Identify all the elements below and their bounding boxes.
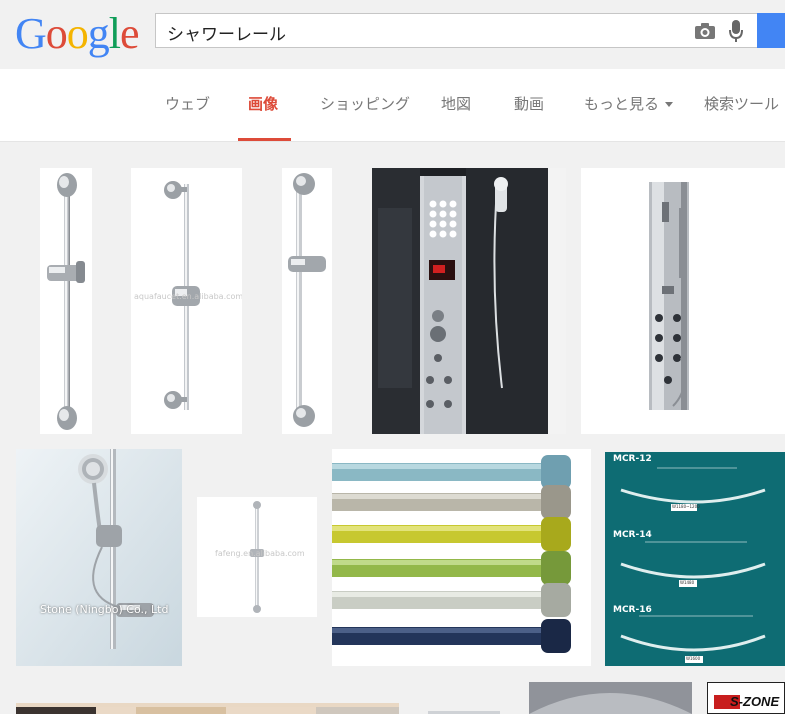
image-result[interactable] — [282, 168, 332, 434]
nav-tabs: ウェブ 画像 ショッピング 地図 動画 もっと見る 検索ツール — [0, 69, 785, 142]
model-label: MCR-12 — [613, 454, 652, 464]
search-box[interactable]: シャワーレール — [155, 13, 765, 48]
image-result[interactable] — [332, 449, 591, 666]
search-input[interactable]: シャワーレール — [167, 20, 286, 45]
image-result[interactable] — [581, 168, 785, 434]
logo-letter: o — [45, 9, 68, 58]
active-tab-indicator — [238, 138, 291, 141]
brand-text: S-ZONE — [730, 694, 780, 709]
image-result[interactable] — [16, 703, 399, 714]
logo-letter: G — [15, 9, 47, 58]
image-result[interactable]: Stone (Ningbo) Co., Ltd — [16, 449, 182, 666]
image-result[interactable] — [529, 682, 692, 714]
tab-more[interactable]: もっと見る — [584, 93, 674, 114]
tab-images[interactable]: 画像 — [248, 93, 278, 114]
top-bar: Google シャワーレール — [0, 0, 785, 69]
logo-letter: o — [66, 9, 89, 58]
logo-letter: g — [87, 9, 110, 58]
tab-web[interactable]: ウェブ — [165, 93, 210, 114]
image-result[interactable]: aquafaucet.en.alibaba.com — [131, 168, 242, 434]
image-result[interactable]: fafeng.en.alibaba.com — [197, 497, 317, 617]
size-label: W1480 — [680, 580, 695, 585]
model-label: MCR-14 — [613, 530, 652, 540]
image-result[interactable]: MCR-12 MCR-14 MCR-16 W1180~1200 W1480 W1… — [605, 452, 785, 666]
search-button[interactable] — [757, 13, 785, 48]
logo-letter: e — [120, 9, 140, 58]
image-result[interactable] — [40, 168, 92, 434]
chevron-down-icon — [665, 102, 674, 107]
size-label: W1600 — [686, 656, 701, 661]
watermark-text: aquafaucet.en.alibaba.com — [134, 292, 242, 301]
watermark-text: fafeng.en.alibaba.com — [215, 549, 305, 558]
tab-videos[interactable]: 動画 — [514, 93, 544, 114]
size-label: W1180~1200 — [672, 504, 700, 509]
model-label: MCR-16 — [613, 605, 652, 615]
camera-icon[interactable] — [694, 22, 716, 44]
image-result[interactable] — [372, 168, 566, 434]
logo-letter: l — [108, 9, 121, 58]
image-result[interactable]: S-ZONE — [707, 682, 785, 714]
google-logo[interactable]: Google — [15, 9, 140, 58]
tab-more-label: もっと見る — [584, 95, 660, 113]
tab-search-tools[interactable]: 検索ツール — [704, 93, 779, 114]
tab-shopping[interactable]: ショッピング — [320, 93, 410, 114]
microphone-icon[interactable] — [728, 19, 744, 47]
tab-maps[interactable]: 地図 — [441, 93, 471, 114]
watermark-text: Stone (Ningbo) Co., Ltd — [40, 603, 169, 616]
